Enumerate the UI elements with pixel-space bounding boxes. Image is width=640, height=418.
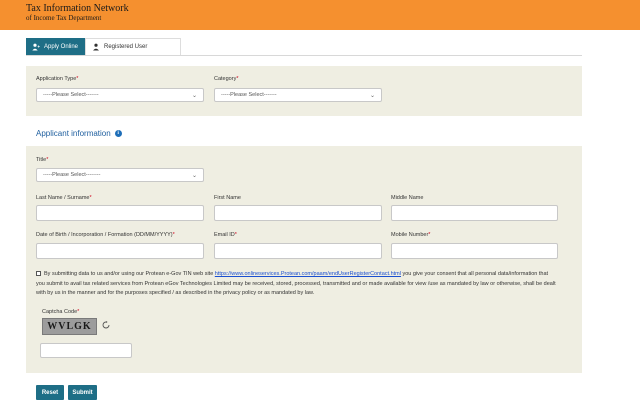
middle-name-input[interactable] [391,205,558,221]
tab-apply-online[interactable]: Apply Online [26,38,85,55]
chevron-down-icon: ⌄ [369,93,375,99]
consent-text: By submitting data to us and/or using ou… [36,270,556,299]
application-type-select[interactable]: -----Please Select------- ⌄ [36,88,204,102]
title-label: Title* [36,157,49,163]
dob-input[interactable] [36,243,204,259]
tab-registered-user[interactable]: Registered User [85,38,181,55]
captcha-image: WVLGK [42,318,97,335]
info-icon[interactable]: i [114,130,122,137]
first-name-input[interactable] [214,205,382,221]
mobile-input[interactable] [391,243,558,259]
application-type-value: -----Please Select------- [43,92,99,98]
application-type-label: Application Type* [36,76,79,82]
email-label: Email ID* [214,232,237,238]
mobile-label: Mobile Number* [391,232,431,238]
tab-apply-online-label: Apply Online [44,43,79,50]
site-title: Tax Information Network [26,3,129,14]
title-value: -----Please Select-------- [43,172,101,178]
tab-divider [26,55,582,56]
captcha-input[interactable] [40,343,132,358]
consent-text-before: By submitting data to us and/or using ou… [44,271,215,277]
category-select[interactable]: -----Please Select------- ⌄ [214,88,382,102]
chevron-down-icon: ⌄ [191,93,197,99]
applicant-info-title: Applicant information [36,129,111,138]
submit-button[interactable]: Submit [68,385,97,400]
captcha-label: Captcha Code* [42,309,80,315]
last-name-input[interactable] [36,205,204,221]
first-name-label: First Name [214,195,241,201]
top-header-bar: Tax Information Network of Income Tax De… [0,0,640,30]
site-brand[interactable]: Tax Information Network of Income Tax De… [26,4,129,22]
applicant-info-heading: Applicant information i [36,129,122,138]
captcha-code: WVLGK [47,321,92,332]
user-icon [92,43,100,51]
category-value: -----Please Select------- [221,92,277,98]
category-label: Category* [214,76,239,82]
middle-name-label: Middle Name [391,195,424,201]
consent-link[interactable]: https://www.onlineservices.Protean.com/p… [215,271,401,277]
consent-checkbox[interactable] [36,271,41,276]
email-input[interactable] [214,243,382,259]
refresh-icon[interactable] [101,320,110,329]
tab-registered-user-label: Registered User [104,44,148,50]
chevron-down-icon: ⌄ [191,173,197,179]
reset-button[interactable]: Reset [36,385,64,400]
user-plus-icon [32,43,40,51]
last-name-label: Last Name / Surname* [36,195,92,201]
dob-label: Date of Birth / Incorporation / Formatio… [36,232,175,238]
title-select[interactable]: -----Please Select-------- ⌄ [36,168,204,182]
site-subtitle: of Income Tax Department [26,14,102,22]
